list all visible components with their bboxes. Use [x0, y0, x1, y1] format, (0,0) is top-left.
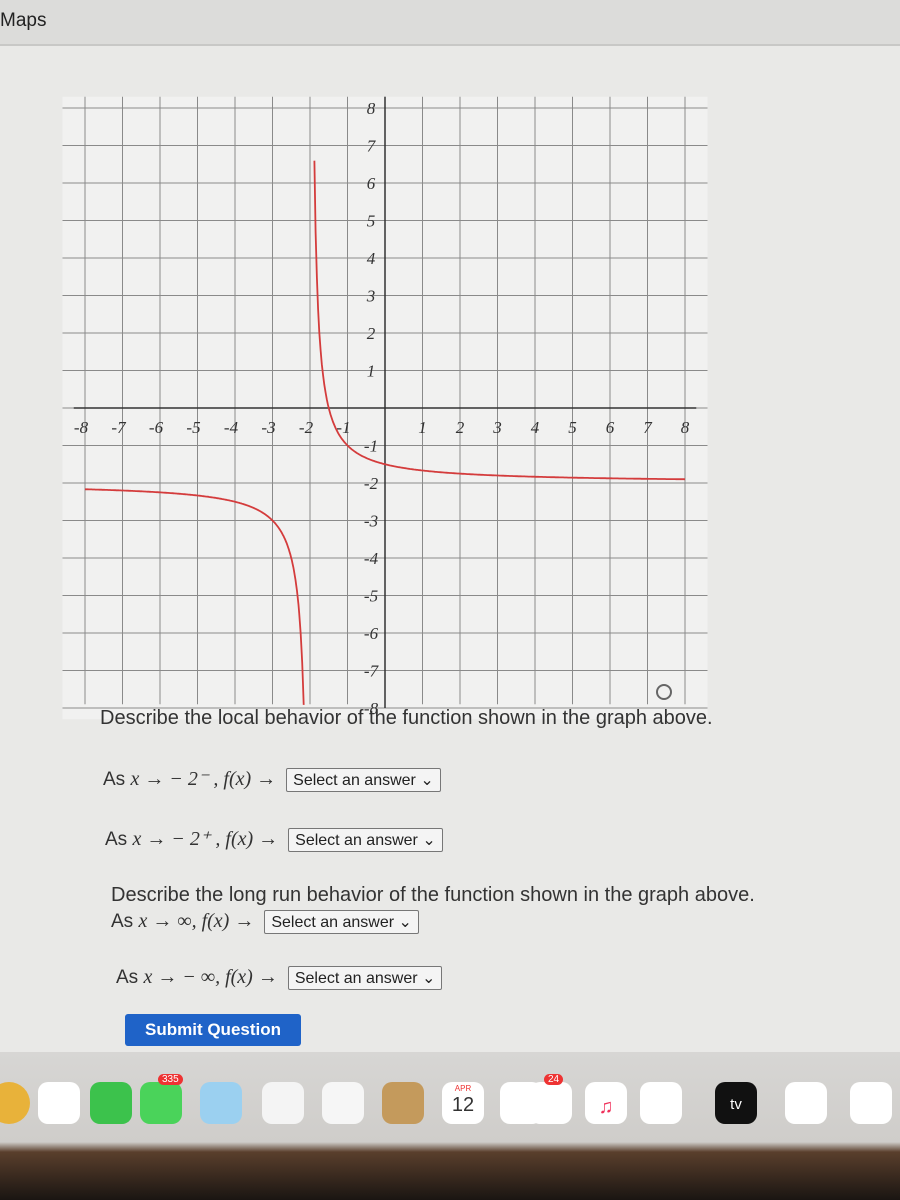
music-icon[interactable]: ♫: [585, 1082, 627, 1124]
submit-question-button[interactable]: Submit Question: [125, 1014, 301, 1046]
row-prefix: As: [105, 829, 133, 850]
row-prefix: As: [116, 967, 144, 988]
answer-select-3[interactable]: Select an answer ⌄: [264, 910, 419, 934]
x-tick-label: 4: [531, 418, 540, 437]
chevron-down-icon: ⌄: [422, 832, 436, 849]
y-tick-label: -5: [364, 587, 378, 606]
x-tick-label: 5: [568, 418, 577, 437]
question-row-2: As x → − 2⁺ , f(x) → Select an answer ⌄: [105, 826, 443, 852]
chevron-down-icon: ⌄: [422, 970, 436, 987]
chrome-icon[interactable]: [0, 1082, 30, 1124]
question-row-4: As x → − ∞, f(x) → Select an answer ⌄: [116, 966, 443, 990]
answer-select-2[interactable]: Select an answer ⌄: [288, 828, 443, 852]
facetime-icon[interactable]: [90, 1082, 132, 1124]
mail-icon[interactable]: [38, 1082, 80, 1124]
y-tick-label: 1: [367, 362, 376, 381]
reminders-badge: 24: [544, 1074, 564, 1085]
answer-select-4[interactable]: Select an answer ⌄: [287, 966, 443, 990]
y-tick-label: 2: [367, 324, 376, 343]
numbers-icon[interactable]: [785, 1082, 827, 1124]
y-tick-label: 3: [366, 287, 376, 306]
y-tick-label: -6: [364, 624, 379, 643]
x-tick-label: 1: [418, 418, 427, 437]
x-tick-label: 3: [492, 418, 502, 437]
contacts-icon[interactable]: [382, 1082, 424, 1124]
notes-icon[interactable]: 24: [530, 1074, 572, 1124]
answer-select-1[interactable]: Select an answer ⌄: [286, 768, 441, 792]
messages-badge: 335: [158, 1074, 183, 1085]
y-tick-label: -3: [364, 512, 378, 531]
function-graph: -8 -7 -6 -5 -4 -3 -2 -1 1 2 3 4 5 6 7 887654321-1-2-3-4…: [62, 96, 708, 720]
zoom-icon[interactable]: [656, 684, 672, 700]
y-tick-label: 5: [367, 212, 376, 231]
row-expression: x → ∞, f(x) →: [138, 910, 255, 932]
question-row-1: As x → − 2⁻ , f(x) → Select an answer ⌄: [103, 766, 441, 792]
y-tick-label: -2: [364, 474, 379, 493]
chevron-down-icon: ⌄: [420, 772, 434, 789]
row-prefix: As: [111, 911, 139, 932]
long-run-heading: Describe the long run behavior of the fu…: [111, 884, 755, 906]
messages-icon[interactable]: 335: [140, 1074, 183, 1124]
photos-icon[interactable]: [262, 1082, 304, 1124]
question-row-3: As x → ∞, f(x) → Select an answer ⌄: [111, 910, 419, 934]
x-tick-label: 8: [681, 418, 690, 437]
apple-tv-icon[interactable]: tv: [715, 1082, 757, 1124]
row-prefix: As: [103, 769, 131, 790]
y-tick-label: -4: [364, 549, 379, 568]
local-behavior-heading: Describe the local behavior of the funct…: [100, 707, 713, 729]
y-tick-label: -7: [364, 662, 380, 681]
x-tick-label: -4: [224, 418, 239, 437]
y-tick-label: 4: [367, 249, 376, 268]
x-tick-label: -5: [186, 418, 200, 437]
x-tick-label: -2: [299, 418, 314, 437]
x-tick-label: 2: [456, 418, 465, 437]
row-expression: x → − 2⁺ , f(x) →: [132, 828, 279, 850]
x-tick-label: -8: [74, 418, 89, 437]
x-tick-label: -7: [111, 418, 127, 437]
x-tick-label: 6: [606, 418, 615, 437]
facetime-app-icon[interactable]: [322, 1082, 364, 1124]
x-tick-label: -3: [261, 418, 275, 437]
chevron-down-icon: ⌄: [398, 914, 412, 931]
calendar-icon[interactable]: APR 12: [442, 1082, 484, 1124]
notes-app-icon[interactable]: [640, 1082, 682, 1124]
y-tick-label: -1: [364, 437, 378, 456]
maps-icon[interactable]: [200, 1082, 242, 1124]
row-expression: x → − ∞, f(x) →: [143, 966, 278, 988]
pages-icon[interactable]: [850, 1082, 892, 1124]
dock: 335 APR 12 24 ♫ tv: [0, 1072, 900, 1132]
x-tick-label: -6: [149, 418, 164, 437]
row-expression: x → − 2⁻ , f(x) →: [130, 768, 277, 790]
y-tick-label: 8: [367, 99, 376, 118]
y-tick-label: 6: [367, 174, 376, 193]
